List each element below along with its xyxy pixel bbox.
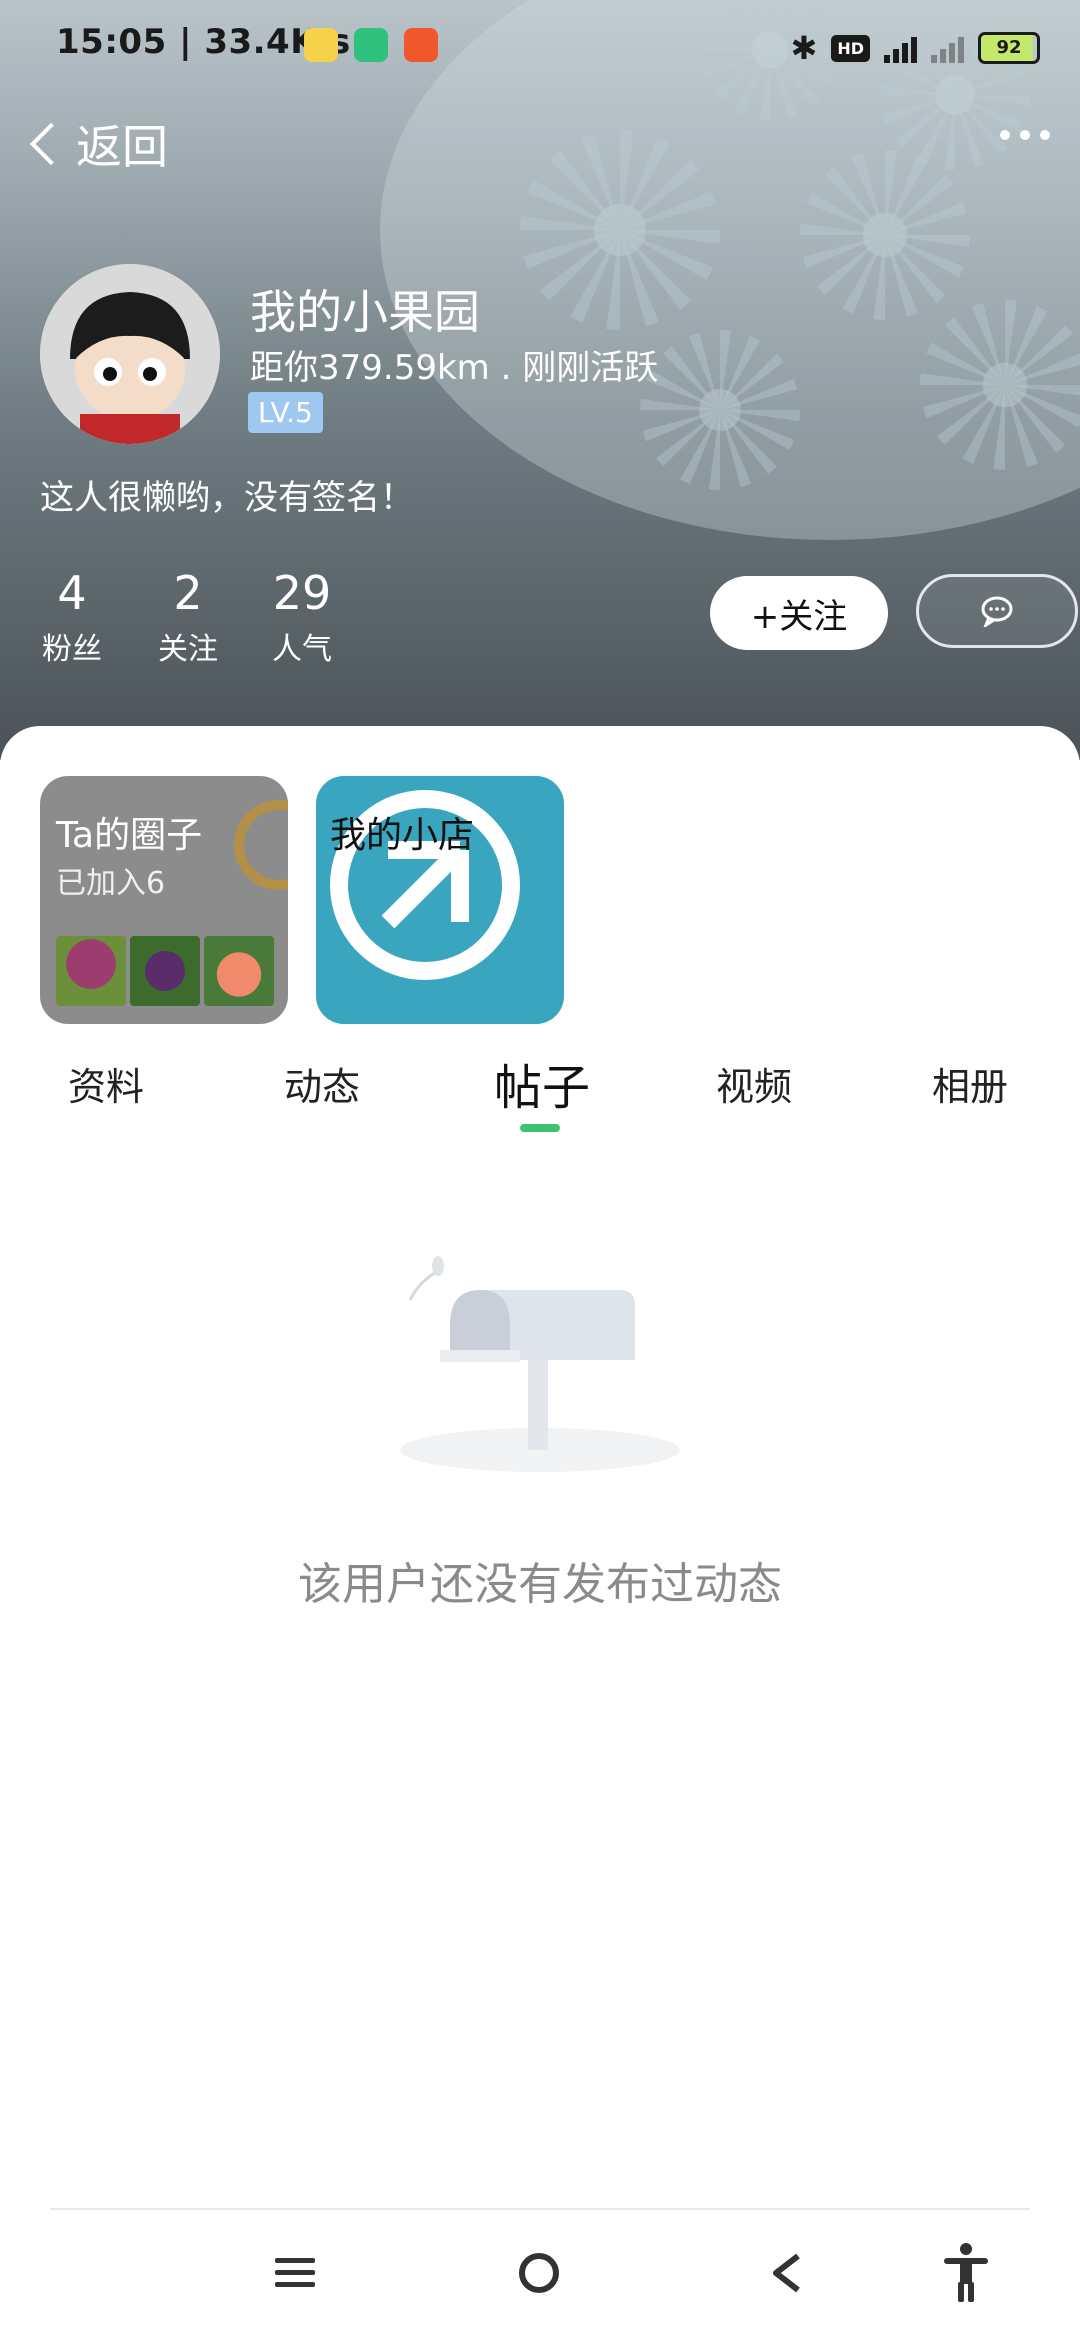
- home-icon[interactable]: [516, 2250, 562, 2296]
- follow-button[interactable]: +关注: [710, 576, 888, 650]
- battery-icon: 92: [978, 32, 1040, 64]
- circle-card-subtitle: 已加入6: [56, 866, 166, 901]
- avatar-image: [40, 264, 220, 444]
- profile-tabs: 资料 动态 帖子 视频 相册: [0, 1046, 1080, 1136]
- back-button[interactable]: 返回: [24, 112, 168, 176]
- stat-following[interactable]: 2 关注: [156, 566, 220, 668]
- stat-label: 人气: [272, 632, 332, 667]
- tab-updates[interactable]: 动态: [284, 1056, 360, 1111]
- stat-label: 关注: [158, 632, 218, 667]
- stat-popularity[interactable]: 29 人气: [270, 566, 334, 668]
- app-notification-icon: [304, 28, 338, 62]
- back-nav-icon[interactable]: [764, 2250, 810, 2296]
- stat-fans[interactable]: 4 粉丝: [40, 566, 104, 668]
- avatar[interactable]: [40, 264, 220, 444]
- profile-distance-activity: 距你379.59km . 刚刚活跃: [250, 348, 659, 388]
- background-flower: [920, 300, 1080, 470]
- shop-card[interactable]: 我的小店: [316, 776, 564, 1024]
- hd-icon: HD: [831, 34, 870, 62]
- dot-icon: [1020, 130, 1030, 140]
- accessibility-icon[interactable]: [940, 2242, 992, 2304]
- profile-name: 我的小果园: [250, 285, 480, 339]
- peach-thumbnail: [204, 936, 274, 1006]
- bluetooth-icon: ✱: [790, 29, 818, 67]
- grape-thumbnail: [56, 936, 126, 1006]
- message-button[interactable]: [916, 574, 1078, 648]
- dot-icon: [1040, 130, 1050, 140]
- back-label: 返回: [76, 120, 168, 174]
- circle-card[interactable]: Ta的圈子 已加入6: [40, 776, 288, 1024]
- background-flower: [640, 330, 800, 490]
- circle-thumbnails: [56, 936, 274, 1006]
- tab-posts[interactable]: 帖子: [494, 1048, 590, 1118]
- stat-label: 粉丝: [42, 632, 102, 667]
- circle-card-title: Ta的圈子: [56, 815, 203, 856]
- chevron-left-icon: [29, 122, 73, 166]
- app-notification-icon: [404, 28, 438, 62]
- tab-profile[interactable]: 资料: [68, 1056, 144, 1111]
- background-flower: [520, 130, 720, 330]
- status-right-icons: ✱ HD 92: [791, 28, 1040, 68]
- signal-2-icon: [931, 33, 964, 63]
- level-badge: LV.5: [248, 392, 323, 433]
- stat-number: 2: [173, 566, 203, 620]
- plum-thumbnail: [130, 936, 200, 1006]
- empty-state-text: 该用户还没有发布过动态: [298, 1559, 782, 1610]
- more-options-button[interactable]: [1000, 130, 1050, 140]
- system-navigation-bar: [0, 2210, 1080, 2340]
- menu-icon[interactable]: [272, 2250, 318, 2296]
- mailbox-icon: [400, 1256, 680, 1472]
- tab-albums[interactable]: 相册: [932, 1056, 1008, 1111]
- tab-videos[interactable]: 视频: [716, 1056, 792, 1111]
- decorative-ring-icon: [234, 800, 288, 890]
- signal-icon: [884, 33, 917, 63]
- profile-signature: 这人很懒哟，没有签名！: [40, 478, 414, 518]
- stat-number: 29: [272, 566, 332, 620]
- status-bar: 15:05 | 33.4K/s ✱ HD 92: [0, 0, 1080, 96]
- background-flower: [800, 150, 970, 320]
- battery-app-icon: [354, 28, 388, 62]
- shop-card-title: 我的小店: [330, 815, 475, 856]
- active-tab-indicator: [520, 1124, 560, 1132]
- stat-number: 4: [57, 566, 87, 620]
- dot-icon: [1000, 130, 1010, 140]
- chat-bubble-icon: [981, 596, 1013, 627]
